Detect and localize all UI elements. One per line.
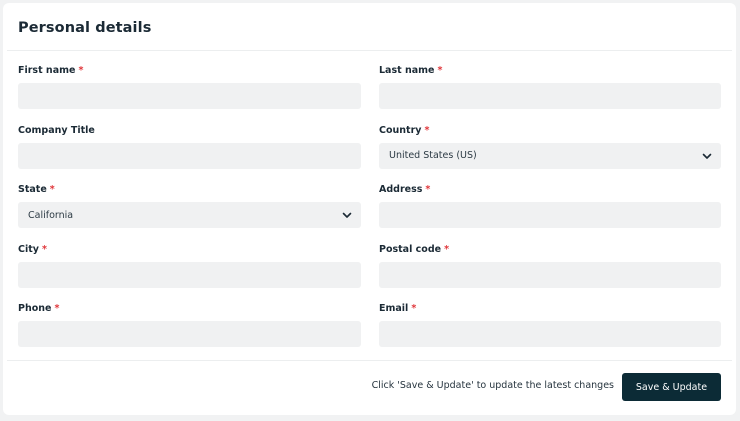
city-input[interactable] — [18, 261, 361, 288]
save-update-button[interactable]: Save & Update — [622, 373, 721, 401]
required-marker: * — [54, 303, 60, 314]
company-title-input[interactable] — [18, 142, 361, 169]
state-field: State * California — [18, 184, 361, 244]
required-marker: * — [425, 184, 431, 195]
first-name-field: First name * — [18, 65, 361, 125]
company-title-label: Company Title — [18, 124, 95, 136]
header-divider — [7, 50, 732, 51]
required-marker: * — [411, 303, 417, 314]
address-label: Address * — [379, 184, 431, 195]
required-marker: * — [437, 65, 443, 76]
email-input[interactable] — [379, 321, 721, 347]
required-marker: * — [78, 65, 84, 76]
required-marker: * — [424, 124, 430, 136]
address-input[interactable] — [379, 202, 721, 228]
state-selected-value: California — [28, 209, 74, 221]
required-marker: * — [444, 243, 450, 255]
phone-label: Phone * — [18, 303, 60, 314]
save-hint-text: Click 'Save & Update' to update the late… — [371, 380, 614, 391]
company-title-field: Company Title — [18, 125, 361, 185]
form-grid: First name * Last name * Company Title Cou… — [18, 65, 721, 363]
country-select[interactable]: United States (US) — [379, 142, 721, 169]
postal-code-label: Postal code * — [379, 243, 450, 255]
required-marker: * — [41, 243, 47, 255]
personal-details-card: Personal details First name * Last name * … — [3, 3, 736, 415]
first-name-input[interactable] — [18, 83, 361, 109]
footer-divider — [7, 360, 732, 361]
postal-code-field: Postal code * — [379, 244, 721, 304]
phone-input[interactable] — [18, 321, 361, 347]
country-label: Country * — [379, 124, 430, 136]
city-field: City * — [18, 244, 361, 304]
country-field: Country * United States (US) — [379, 125, 721, 185]
first-name-label: First name * — [18, 65, 84, 76]
email-field: Email * — [379, 303, 721, 363]
state-select[interactable]: California — [18, 202, 361, 228]
last-name-label: Last name * — [379, 65, 443, 76]
chevron-down-icon — [342, 212, 352, 218]
section-title: Personal details — [18, 20, 152, 36]
country-selected-value: United States (US) — [389, 150, 477, 161]
phone-field: Phone * — [18, 303, 361, 363]
last-name-field: Last name * — [379, 65, 721, 125]
address-field: Address * — [379, 184, 721, 244]
email-label: Email * — [379, 303, 417, 314]
state-label: State * — [18, 184, 55, 195]
last-name-input[interactable] — [379, 83, 721, 109]
required-marker: * — [49, 184, 55, 195]
city-label: City * — [18, 243, 47, 255]
chevron-down-icon — [702, 153, 712, 159]
postal-code-input[interactable] — [379, 261, 721, 288]
